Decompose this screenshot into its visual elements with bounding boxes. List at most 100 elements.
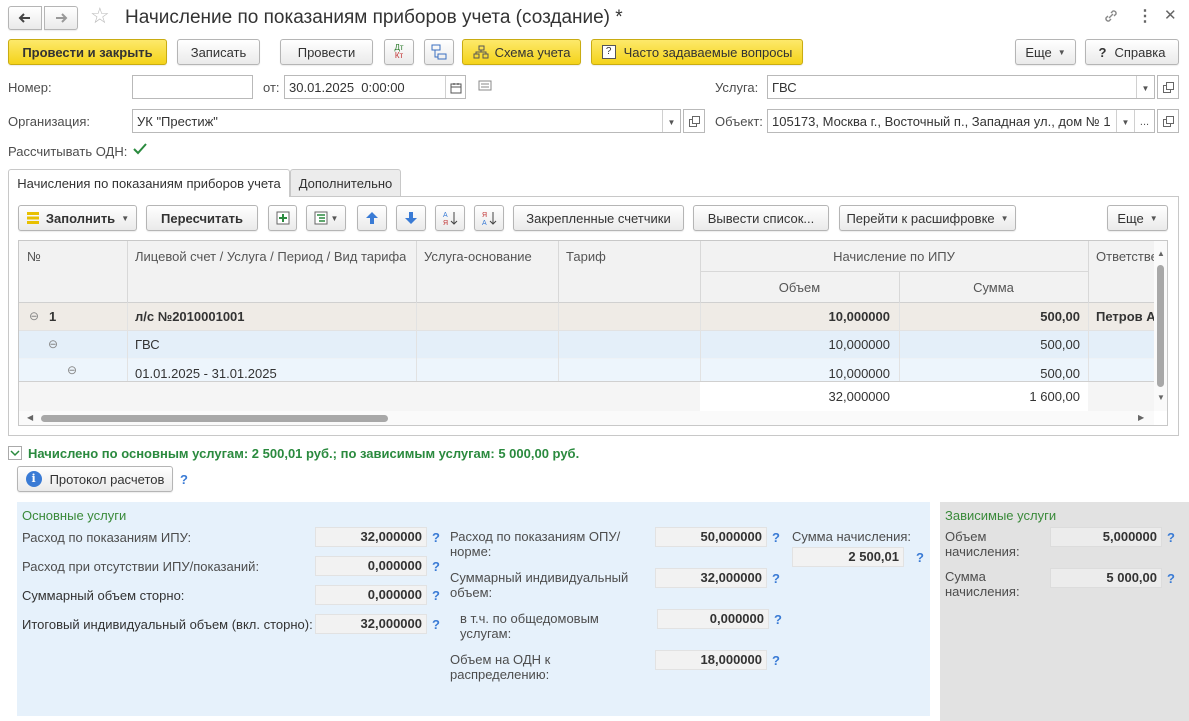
service-field[interactable]: ГВС ▼ bbox=[767, 75, 1155, 99]
number-field[interactable] bbox=[132, 75, 253, 99]
col-header-sum[interactable]: Сумма bbox=[899, 280, 1088, 295]
table-row[interactable]: ⊖ 1 л/с №2010001001 10,000000 500,00 Пет… bbox=[19, 303, 1156, 331]
forward-button[interactable] bbox=[44, 6, 78, 30]
table-row[interactable]: ⊖ 01.01.2025 - 31.01.2025 10,000000 500,… bbox=[19, 359, 1154, 381]
scroll-up-icon[interactable]: ▲ bbox=[1157, 249, 1165, 258]
add-row-button[interactable] bbox=[268, 205, 297, 231]
protocol-button[interactable]: i Протокол расчетов bbox=[17, 466, 173, 492]
dependent-sum-value[interactable]: 5 000,00 bbox=[1050, 568, 1162, 588]
post-button[interactable]: Провести bbox=[280, 39, 373, 65]
organization-open-button[interactable] bbox=[683, 109, 705, 133]
object-select-button[interactable]: ... bbox=[1134, 110, 1154, 132]
col-header-tariff[interactable]: Тариф bbox=[566, 249, 606, 264]
incl-common-label: в т.ч. по общедомовым услугам: bbox=[460, 611, 599, 641]
row-responsible: Петров А bbox=[1096, 309, 1156, 324]
col-header-account[interactable]: Лицевой счет / Услуга / Период / Вид тар… bbox=[135, 249, 406, 264]
tab-accruals[interactable]: Начисления по показаниям приборов учета bbox=[8, 169, 290, 197]
odn-distribution-value[interactable]: 18,000000 bbox=[655, 650, 767, 670]
dependent-volume-value[interactable]: 5,000000 bbox=[1050, 527, 1162, 547]
col-header-volume[interactable]: Объем bbox=[700, 280, 899, 295]
summary-collapse-toggle[interactable] bbox=[8, 446, 22, 460]
more-button[interactable]: Еще ▼ bbox=[1015, 39, 1076, 65]
post-and-close-button[interactable]: Провести и закрыть bbox=[8, 39, 167, 65]
vertical-scrollbar[interactable]: ▲ ▼ bbox=[1154, 241, 1167, 411]
move-up-button[interactable] bbox=[357, 205, 387, 231]
date-field[interactable]: 30.01.2025 0:00:00 bbox=[284, 75, 466, 99]
tab-additional[interactable]: Дополнительно bbox=[290, 169, 401, 197]
storno-help-icon[interactable]: ? bbox=[432, 588, 440, 603]
ipu-help-icon[interactable]: ? bbox=[432, 530, 440, 545]
no-ipu-help-icon[interactable]: ? bbox=[432, 559, 440, 574]
fixed-meters-button[interactable]: Закрепленные счетчики bbox=[513, 205, 684, 231]
move-down-button[interactable] bbox=[396, 205, 426, 231]
caret-down-icon: ▼ bbox=[330, 213, 339, 223]
accrual-sum-value[interactable]: 2 500,01 bbox=[792, 547, 904, 567]
row-account: л/с №2010001001 bbox=[135, 309, 245, 324]
odn-checkbox[interactable] bbox=[132, 141, 148, 160]
help-button[interactable]: ? Справка bbox=[1085, 39, 1179, 65]
dependent-sum-help-icon[interactable]: ? bbox=[1167, 571, 1175, 586]
table-row[interactable]: ⊖ ГВС 10,000000 500,00 bbox=[19, 331, 1154, 359]
hierarchy-icon bbox=[431, 44, 447, 60]
object-field[interactable]: 105173, Москва г., Восточный п., Западна… bbox=[767, 109, 1155, 133]
object-dropdown-button[interactable]: ▼ bbox=[1116, 110, 1134, 132]
sort-desc-button[interactable]: ЯА bbox=[474, 205, 504, 231]
storno-volume-value[interactable]: 0,000000 bbox=[315, 585, 427, 605]
goto-decode-label: Перейти к расшифровке bbox=[846, 210, 995, 226]
more-vertical-icon[interactable]: ⋮ bbox=[1137, 6, 1153, 26]
back-button[interactable] bbox=[8, 6, 42, 30]
open-icon bbox=[1162, 115, 1174, 127]
dependent-volume-help-icon[interactable]: ? bbox=[1167, 530, 1175, 545]
goto-decode-button[interactable]: Перейти к расшифровке ▼ bbox=[839, 205, 1016, 231]
horizontal-scrollbar[interactable]: ◀ ▶ bbox=[19, 411, 1154, 425]
opu-help-icon[interactable]: ? bbox=[772, 530, 780, 545]
sum-individual-volume-value[interactable]: 32,000000 bbox=[655, 568, 767, 588]
structure-button[interactable] bbox=[424, 39, 454, 65]
organization-field[interactable]: УК "Престиж" ▼ bbox=[132, 109, 681, 133]
service-open-button[interactable] bbox=[1157, 75, 1179, 99]
accounting-scheme-button[interactable]: Схема учета bbox=[462, 39, 581, 65]
object-open-button[interactable] bbox=[1157, 109, 1179, 133]
close-icon[interactable]: ✕ bbox=[1164, 6, 1177, 24]
save-button[interactable]: Записать bbox=[177, 39, 260, 65]
scroll-down-icon[interactable]: ▼ bbox=[1157, 393, 1165, 402]
organization-dropdown-button[interactable]: ▼ bbox=[662, 110, 680, 132]
recalculate-button[interactable]: Пересчитать bbox=[146, 205, 258, 231]
dt-kt-button[interactable]: Дт Кт bbox=[384, 39, 414, 65]
sum-individual-help-icon[interactable]: ? bbox=[772, 571, 780, 586]
horizontal-scroll-thumb[interactable] bbox=[41, 415, 388, 422]
accrual-sum-help-icon[interactable]: ? bbox=[916, 550, 924, 565]
opu-consumption-value[interactable]: 50,000000 bbox=[655, 527, 767, 547]
collapse-icon[interactable]: ⊖ bbox=[48, 337, 58, 351]
scroll-right-icon[interactable]: ▶ bbox=[1138, 413, 1144, 422]
grid-more-button[interactable]: Еще ▼ bbox=[1107, 205, 1168, 231]
service-dropdown-button[interactable]: ▼ bbox=[1136, 76, 1154, 98]
col-header-base-service[interactable]: Услуга-основание bbox=[424, 249, 532, 264]
group-button[interactable]: ▼ bbox=[306, 205, 346, 231]
total-individual-volume-value[interactable]: 32,000000 bbox=[315, 614, 427, 634]
collapse-icon[interactable]: ⊖ bbox=[29, 309, 39, 323]
total-individual-help-icon[interactable]: ? bbox=[432, 617, 440, 632]
incl-common-help-icon[interactable]: ? bbox=[774, 612, 782, 627]
link-icon[interactable] bbox=[1103, 8, 1119, 27]
faq-button[interactable]: ? Часто задаваемые вопросы bbox=[591, 39, 803, 65]
ipu-consumption-value[interactable]: 32,000000 bbox=[315, 527, 427, 547]
comment-icon[interactable] bbox=[478, 80, 492, 95]
add-row-icon bbox=[276, 211, 289, 225]
incl-common-value[interactable]: 0,000000 bbox=[657, 609, 769, 629]
scroll-left-icon[interactable]: ◀ bbox=[27, 413, 33, 422]
no-ipu-consumption-value[interactable]: 0,000000 bbox=[315, 556, 427, 576]
vertical-scroll-thumb[interactable] bbox=[1157, 265, 1164, 387]
odn-distribution-help-icon[interactable]: ? bbox=[772, 653, 780, 668]
sort-asc-button[interactable]: АЯ bbox=[435, 205, 465, 231]
object-value: 105173, Москва г., Восточный п., Западна… bbox=[772, 113, 1111, 129]
protocol-help-icon[interactable]: ? bbox=[180, 472, 188, 487]
col-header-ipu-group: Начисление по ИПУ bbox=[833, 249, 955, 264]
output-list-button[interactable]: Вывести список... bbox=[693, 205, 829, 231]
calendar-button[interactable] bbox=[445, 76, 465, 98]
fill-button[interactable]: Заполнить ▼ bbox=[18, 205, 137, 231]
collapse-icon[interactable]: ⊖ bbox=[67, 363, 77, 377]
col-header-responsible[interactable]: Ответстве bbox=[1096, 249, 1158, 264]
favorite-star-icon[interactable]: ☆ bbox=[90, 4, 110, 28]
col-header-num[interactable]: № bbox=[27, 249, 41, 264]
